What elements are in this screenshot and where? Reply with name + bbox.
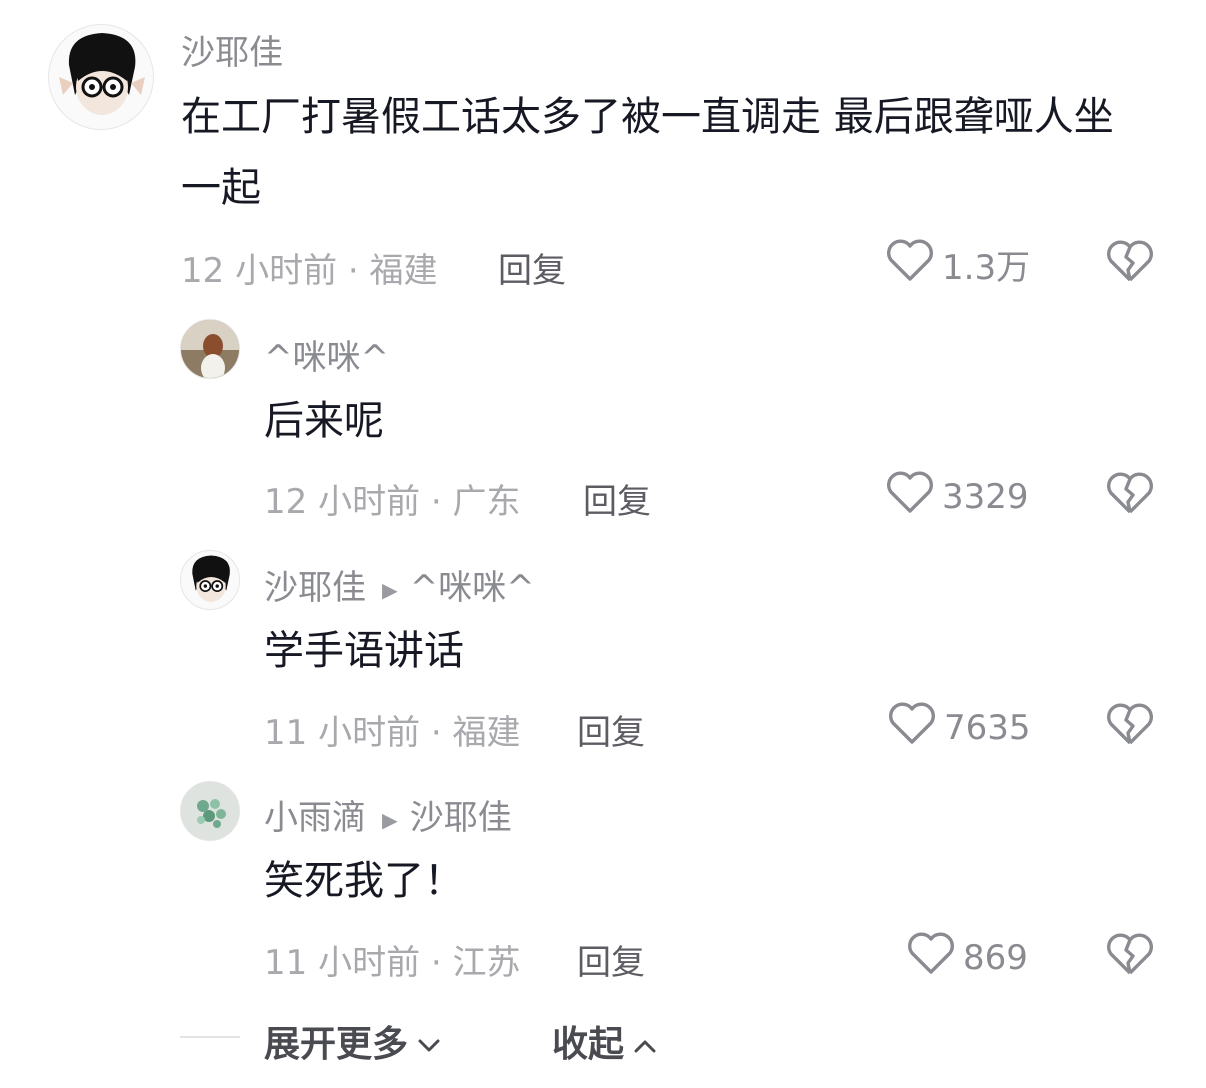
like-button[interactable]: 869 [907, 931, 1028, 984]
expand-more-label: 展开更多 [264, 1024, 409, 1065]
reply-author[interactable]: 沙耶佳 [264, 568, 366, 608]
comment-text: 后来呢 [264, 398, 384, 444]
heart-outline-icon [907, 931, 963, 984]
reply-arrow-icon: ▶ [382, 577, 398, 602]
comment-text: 在工厂打暑假工话太多了被一直调走 最后跟聋哑人坐一起 [181, 94, 1114, 211]
collapse-label: 收起 [552, 1024, 625, 1065]
chevron-up-icon [624, 1021, 656, 1062]
comment-item: 沙耶佳 在工厂打暑假工话太多了被一直调走 最后跟聋哑人坐一起 12 小时前 · … [0, 0, 1206, 300]
reply-item: 沙耶佳 ▶ ^咪咪^ 学手语讲话 11 小时前 · 福建 回复 7635 [0, 530, 1206, 760]
broken-heart-icon [1106, 933, 1154, 980]
like-count: 7635 [944, 707, 1031, 748]
heart-outline-icon [886, 238, 942, 291]
comment-time-location: 12 小时前 · 福建 [181, 251, 438, 291]
like-count: 1.3万 [942, 248, 1031, 288]
broken-heart-icon [1106, 472, 1154, 519]
dislike-button[interactable] [1106, 471, 1154, 519]
like-button[interactable]: 7635 [888, 701, 1031, 754]
comment-time-location: 12 小时前 · 广东 [264, 482, 521, 522]
dislike-button[interactable] [1106, 932, 1154, 980]
chevron-down-icon [408, 1021, 440, 1062]
broken-heart-icon [1106, 703, 1154, 750]
reply-target[interactable]: ^咪咪^ [410, 568, 535, 608]
heart-outline-icon [888, 701, 944, 754]
reply-target[interactable]: 沙耶佳 [410, 798, 512, 838]
like-button[interactable]: 3329 [886, 470, 1029, 523]
dislike-button[interactable] [1106, 702, 1154, 750]
comment-username[interactable]: ^咪咪^ [264, 330, 389, 379]
reply-button[interactable]: 回复 [583, 474, 651, 523]
collapse-button[interactable]: 收起 [552, 1015, 656, 1067]
dislike-button[interactable] [1106, 239, 1154, 287]
comment-username[interactable]: 小雨滴 ▶ 沙耶佳 [264, 790, 512, 839]
comment-text: 笑死我了！ [264, 858, 464, 904]
reply-item: ^咪咪^ 后来呢 12 小时前 · 广东 回复 3329 [0, 300, 1206, 530]
broken-heart-icon [1106, 240, 1154, 287]
like-count: 869 [963, 937, 1028, 978]
replies-footer: 展开更多 收起 [0, 1005, 1206, 1069]
comment-username[interactable]: 沙耶佳 ▶ ^咪咪^ [264, 560, 535, 609]
reply-author[interactable]: 小雨滴 [264, 798, 366, 838]
comment-text: 学手语讲话 [264, 628, 464, 674]
avatar[interactable] [180, 319, 240, 379]
like-count: 3329 [942, 476, 1029, 517]
divider [180, 1036, 240, 1038]
comment-username[interactable]: 沙耶佳 [181, 25, 283, 74]
reply-button[interactable]: 回复 [577, 705, 645, 754]
reply-button[interactable]: 回复 [498, 243, 566, 292]
avatar[interactable] [48, 24, 154, 130]
avatar[interactable] [180, 550, 240, 610]
reply-button[interactable]: 回复 [577, 935, 645, 984]
avatar[interactable] [180, 781, 240, 841]
like-button[interactable]: 1.3万 [886, 238, 1030, 291]
reply-arrow-icon: ▶ [382, 807, 398, 832]
expand-more-button[interactable]: 展开更多 [264, 1015, 440, 1067]
reply-item: 小雨滴 ▶ 沙耶佳 笑死我了！ 11 小时前 · 江苏 回复 869 [0, 760, 1206, 990]
comment-time-location: 11 小时前 · 福建 [264, 713, 521, 753]
heart-outline-icon [886, 470, 942, 523]
comment-time-location: 11 小时前 · 江苏 [264, 943, 521, 983]
